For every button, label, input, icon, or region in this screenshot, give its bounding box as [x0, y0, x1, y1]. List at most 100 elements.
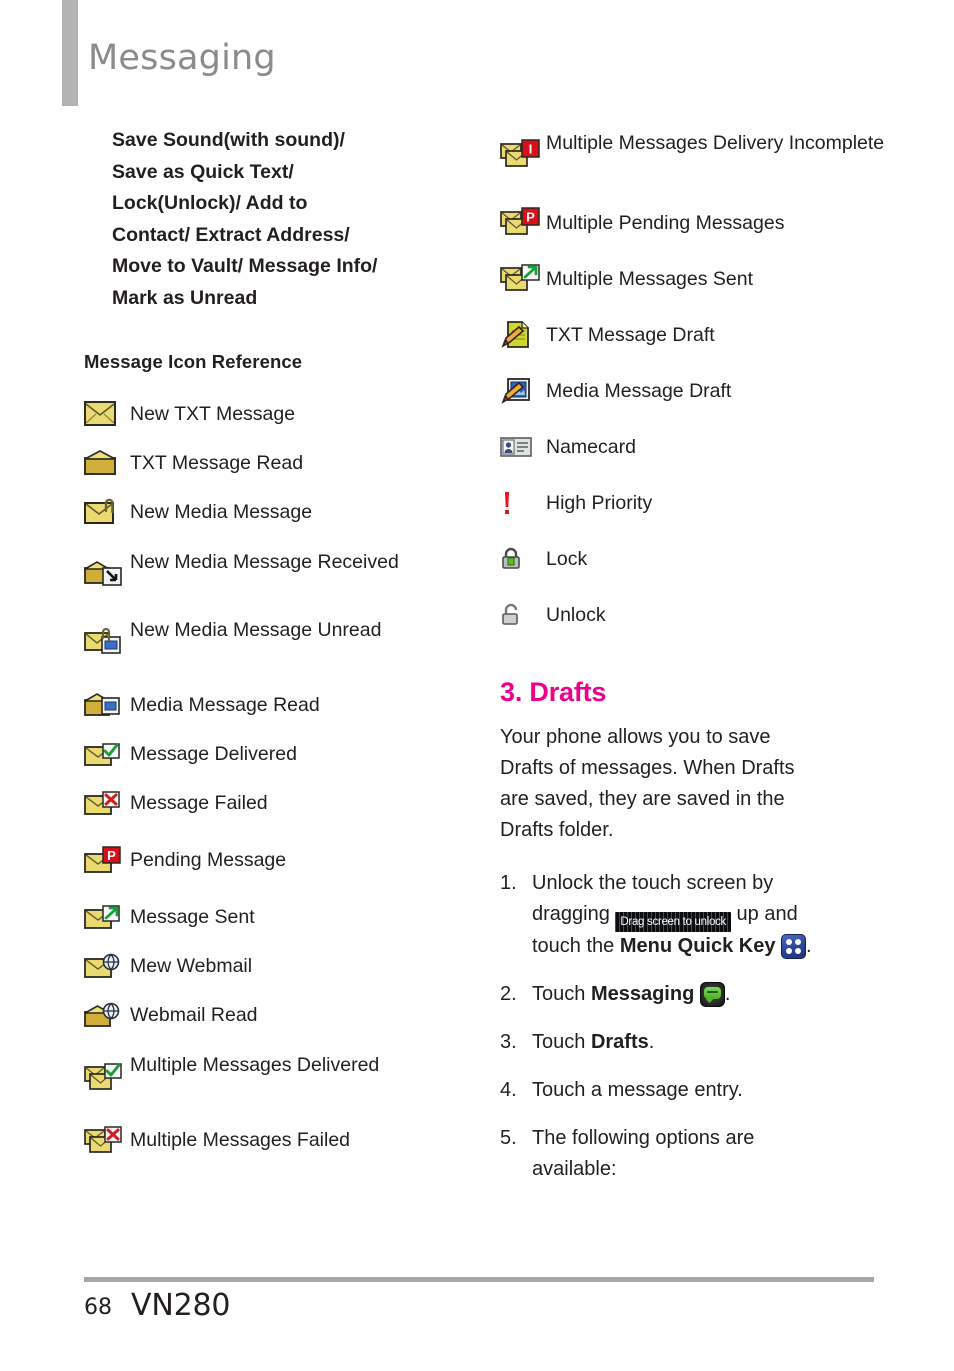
intro-line: Save Sound(with sound)/ — [112, 129, 345, 151]
icon-reference-label: New TXT Message — [130, 402, 296, 425]
icon-reference-row: Webmail Read — [84, 990, 470, 1039]
messaging-label: Messaging — [590, 983, 695, 1005]
envelope-x-icon — [84, 778, 130, 827]
step-item: 4. Touch a message entry. — [500, 1075, 900, 1106]
icon-reference-label: Multiple Messages Delivered — [130, 1054, 380, 1076]
icon-reference-label: Media Message Read — [130, 693, 320, 716]
step-text: . — [806, 935, 812, 957]
right-column: I Multiple Messages Delivery Incomplete … — [500, 125, 900, 1202]
icon-reference-label: Mew Webmail — [130, 954, 253, 977]
icon-reference-row: Message Sent — [84, 892, 470, 941]
envelope-closed-icon — [84, 389, 130, 438]
envelope-arrow-in-icon — [84, 544, 130, 604]
step-number: 5. — [500, 1127, 517, 1149]
icon-reference-row: P Pending Message — [84, 835, 470, 884]
lock-closed-icon — [500, 531, 546, 587]
menu-quick-key-label: Menu Quick Key — [619, 935, 776, 957]
step-item: 2. Touch Messaging . — [500, 979, 900, 1010]
step-text: dragging — [532, 903, 610, 925]
step-item: 1. Unlock the touch screen by dragging D… — [500, 868, 900, 962]
draft-media-icon — [500, 363, 546, 419]
drafts-line: Drafts folder. — [500, 819, 614, 841]
intro-line: Save as Quick Text/ — [112, 160, 294, 183]
step-line: Unlock the touch screen by — [532, 872, 774, 894]
icon-reference-row: I Multiple Messages Delivery Incomplete — [500, 125, 900, 187]
step-number: 3. — [500, 1031, 517, 1053]
icon-reference-row: Multiple Messages Failed — [84, 1115, 470, 1164]
step-line: The following options are — [532, 1127, 755, 1149]
icon-reference-row: Unlock — [500, 587, 900, 643]
left-column: Save Sound(with sound)/ Save as Quick Te… — [84, 125, 470, 1164]
icon-reference-label: Multiple Messages Sent — [546, 268, 754, 290]
icon-reference-row: Mew Webmail — [84, 941, 470, 990]
icon-reference-row: TXT Message Read — [84, 438, 470, 487]
icon-reference-row: P Multiple Pending Messages — [500, 195, 900, 251]
header-accent-bar — [62, 0, 78, 106]
icon-reference-label: Multiple Messages Failed — [130, 1128, 351, 1151]
multi-envelope-x-icon — [84, 1115, 130, 1164]
step-line: Touch Messaging . — [532, 982, 730, 1007]
step-line: available: — [532, 1158, 617, 1180]
icon-reference-label: Pending Message — [130, 848, 287, 871]
drafts-label: Drafts — [590, 1031, 649, 1053]
svg-text:P: P — [107, 848, 116, 863]
device-model-label: VN280 — [131, 1288, 231, 1323]
menu-quick-key-icon[interactable] — [781, 934, 807, 959]
step-text: up and — [736, 903, 798, 925]
multi-envelope-p-icon: P — [500, 195, 546, 251]
multi-envelope-arrow-icon — [500, 251, 546, 307]
step-item: 3. Touch Drafts. — [500, 1027, 900, 1058]
icon-reference-label: Multiple Messages Delivery Incomplete — [546, 132, 885, 154]
envelope-open-globe-icon — [84, 990, 130, 1039]
step-number: 4. — [500, 1079, 517, 1101]
icon-reference-row: Message Delivered — [84, 729, 470, 778]
envelope-paperclip-icon — [84, 487, 130, 536]
intro-line: Mark as Unread — [112, 286, 258, 309]
icon-reference-label: High Priority — [546, 492, 653, 514]
messaging-app-icon[interactable] — [699, 982, 725, 1007]
icon-reference-row: Media Message Draft — [500, 363, 900, 419]
icon-reference-row: New Media Message — [84, 487, 470, 536]
unlock-badge-label: Drag screen to unlock — [620, 916, 726, 928]
icon-reference-label: Multiple Pending Messages — [546, 212, 785, 234]
drag-screen-to-unlock-badge[interactable]: Drag screen to unlock — [615, 912, 731, 932]
smiley-face-shape — [706, 991, 718, 993]
step-number: 2. — [500, 983, 517, 1005]
icon-reference-label: New Media Message Unread — [130, 619, 382, 641]
right-icon-reference-list: I Multiple Messages Delivery Incomplete … — [500, 125, 900, 643]
svg-text:P: P — [526, 210, 535, 225]
icon-reference-label: TXT Message Read — [130, 451, 304, 474]
exclamation-icon — [500, 475, 546, 531]
drafts-steps-list: 1. Unlock the touch screen by dragging D… — [500, 868, 900, 1185]
intro-line: Contact/ Extract Address/ — [112, 223, 350, 246]
icon-reference-row: Message Failed — [84, 778, 470, 827]
icon-reference-row: New Media Message Unread — [84, 612, 470, 672]
icon-reference-row: High Priority — [500, 475, 900, 531]
envelope-globe-icon — [84, 941, 130, 990]
icon-reference-row: New Media Message Received — [84, 544, 470, 604]
icon-reference-label: Webmail Read — [130, 1003, 258, 1026]
step-line: touch the Menu Quick Key . — [532, 934, 812, 959]
lock-open-icon — [500, 587, 546, 643]
icon-reference-label: Message Failed — [130, 791, 268, 814]
step-text: . — [648, 1031, 655, 1053]
manual-page: Messaging Save Sound(with sound)/ Save a… — [0, 0, 954, 1371]
speech-bubble-shape — [703, 987, 721, 999]
icon-reference-label: Lock — [546, 548, 588, 570]
envelope-open-icon — [84, 438, 130, 487]
step-text: Touch — [532, 983, 586, 1005]
multi-envelope-i-icon: I — [500, 125, 546, 185]
envelope-open-media-icon — [84, 680, 130, 729]
section-heading-message-icon-reference: Message Icon Reference — [84, 351, 303, 372]
footer-divider — [84, 1277, 874, 1282]
icon-reference-row: Namecard — [500, 419, 900, 475]
drafts-line: Your phone allows you to save — [500, 726, 771, 748]
icon-reference-row: Multiple Messages Sent — [500, 251, 900, 307]
options-list-text: Save Sound(with sound)/ Save as Quick Te… — [112, 125, 470, 314]
step-text: touch the — [532, 935, 615, 957]
icon-reference-label: TXT Message Draft — [546, 324, 715, 346]
icon-reference-row: TXT Message Draft — [500, 307, 900, 363]
svg-text:I: I — [529, 142, 533, 157]
icon-reference-label: New Media Message — [130, 500, 313, 523]
left-icon-reference-list: New TXT Message TXT Message Read New Med… — [84, 389, 470, 1164]
